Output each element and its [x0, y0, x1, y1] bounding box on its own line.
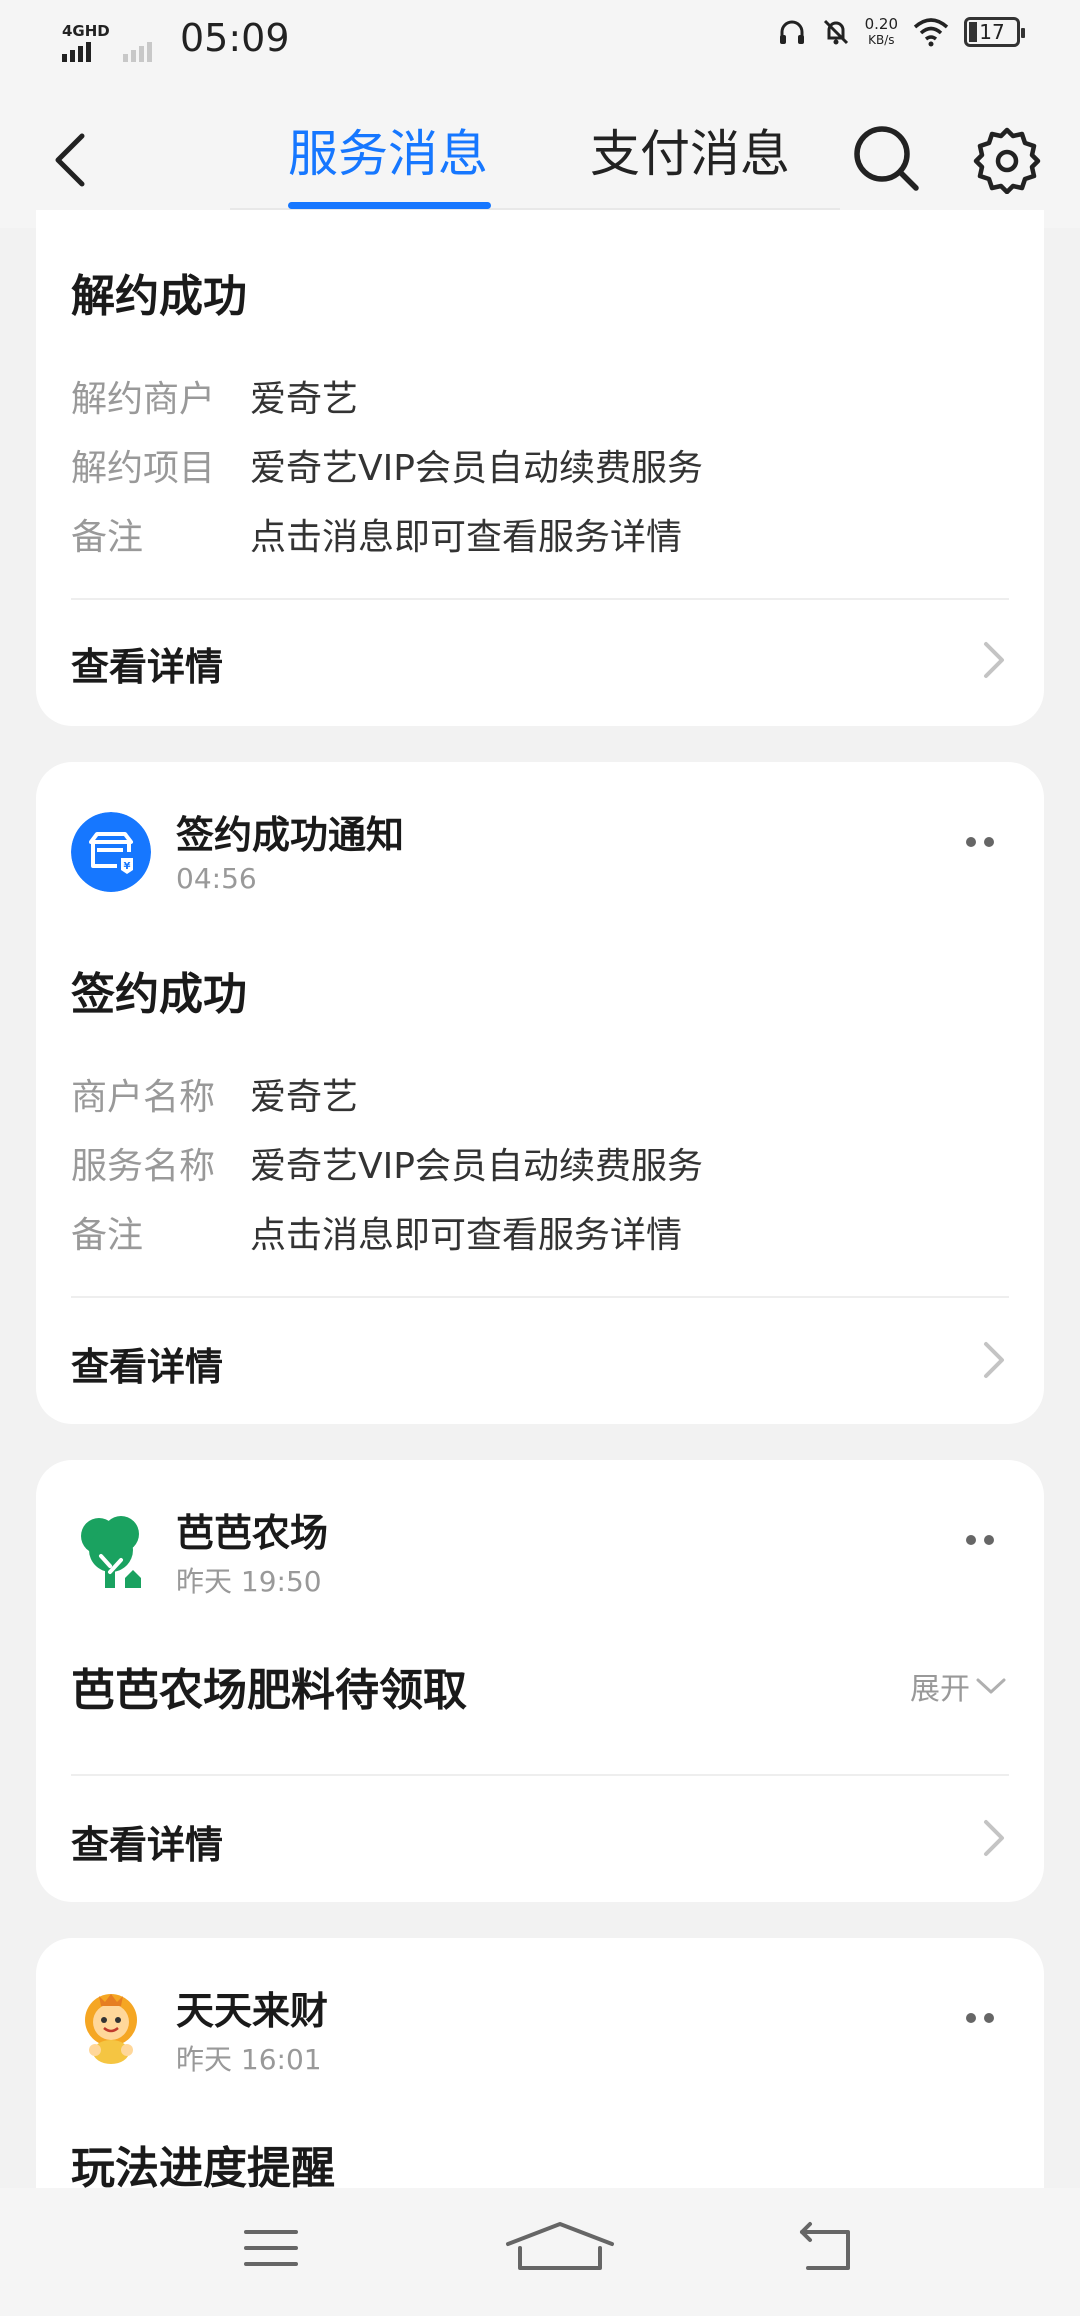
message-time: 昨天 16:01	[176, 2043, 322, 2076]
more-options-button[interactable]	[960, 2008, 1000, 2028]
field-value-merchant: 爱奇艺	[250, 1077, 359, 1118]
field-value-note: 点击消息即可查看服务详情	[250, 1215, 683, 1256]
signal-icon	[62, 38, 91, 62]
card-title: 芭芭农场肥料待领取	[71, 1665, 467, 1716]
search-icon[interactable]	[850, 122, 922, 194]
status-icons: 0.20 KB/s 17	[777, 16, 1025, 48]
view-details-link[interactable]: 查看详情	[71, 636, 223, 691]
bell-off-icon	[823, 19, 848, 45]
message-card-fortune[interactable]: 天天来财 昨天 16:01 玩法进度提醒	[36, 1938, 1044, 2194]
tree-icon	[81, 1516, 141, 1588]
field-label-note: 备注	[71, 1215, 144, 1256]
chevron-down-icon	[976, 1678, 1006, 1694]
field-label-merchant: 商户名称	[71, 1077, 216, 1118]
more-options-button[interactable]	[960, 1530, 1000, 1550]
net-speed: 0.20 KB/s	[865, 16, 898, 48]
home-icon[interactable]	[500, 2218, 620, 2278]
message-card-termination[interactable]: 解约成功 解约商户 爱奇艺 解约项目 爱奇艺VIP会员自动续费服务 备注 点击消…	[36, 210, 1044, 726]
message-card-farm[interactable]: 芭芭农场 昨天 19:50 芭芭农场肥料待领取 展开 查看详情	[36, 1460, 1044, 1902]
header: 服务消息 支付消息	[0, 84, 1080, 228]
view-details-link[interactable]: 查看详情	[71, 1336, 223, 1391]
expand-label: 展开	[910, 1672, 970, 1707]
store-icon: ¥	[71, 812, 151, 892]
message-time: 04:56	[176, 862, 257, 895]
field-label-service: 服务名称	[71, 1146, 216, 1187]
message-card-signing[interactable]: ¥ 签约成功通知 04:56 签约成功 商户名称 爱奇艺 服务名称 爱奇艺VIP…	[36, 762, 1044, 1424]
app-name: 签约成功通知	[176, 813, 405, 857]
chevron-right-icon[interactable]	[978, 638, 1008, 682]
expand-button[interactable]: 展开	[910, 1664, 1008, 1708]
system-navigation-bar	[0, 2188, 1080, 2316]
battery-indicator: 17	[964, 17, 1025, 47]
signal-area: 4GHD	[62, 18, 152, 62]
status-bar: 4GHD 05:09 0.20 KB/s 17	[0, 0, 1080, 84]
card-title: 解约成功	[71, 271, 247, 322]
message-time: 昨天 19:50	[176, 1565, 322, 1598]
field-value-merchant: 爱奇艺	[250, 379, 359, 420]
card-title: 玩法进度提醒	[71, 2143, 335, 2194]
battery-level: 17	[979, 20, 1005, 44]
field-label-item: 解约项目	[71, 448, 216, 489]
clock: 05:09	[180, 16, 290, 60]
net-speed-unit: KB/s	[868, 33, 895, 47]
card-divider	[71, 598, 1009, 600]
signal-icon-secondary	[123, 38, 152, 62]
card-divider	[71, 1774, 1009, 1776]
card-title: 签约成功	[71, 969, 247, 1020]
back-nav-icon[interactable]	[790, 2218, 860, 2278]
field-value-service: 爱奇艺VIP会员自动续费服务	[250, 1146, 703, 1187]
gear-icon[interactable]	[972, 124, 1042, 194]
field-value-note: 点击消息即可查看服务详情	[250, 517, 683, 558]
headphones-icon	[779, 20, 804, 44]
more-options-button[interactable]	[960, 832, 1000, 852]
back-icon[interactable]	[40, 120, 110, 200]
view-details-link[interactable]: 查看详情	[71, 1814, 223, 1869]
field-value-item: 爱奇艺VIP会员自动续费服务	[250, 448, 703, 489]
menu-icon[interactable]	[236, 2218, 306, 2278]
field-label-note: 备注	[71, 517, 144, 558]
mascot-icon	[85, 1994, 137, 2064]
active-tab-indicator	[288, 202, 491, 209]
net-speed-value: 0.20	[864, 15, 898, 33]
network-type: 4GHD	[62, 22, 110, 40]
app-name: 芭芭农场	[176, 1511, 329, 1555]
app-name: 天天来财	[176, 1989, 329, 2033]
wifi-icon	[913, 18, 949, 47]
chevron-right-icon[interactable]	[978, 1338, 1008, 1382]
tab-payment-messages[interactable]: 支付消息	[590, 114, 790, 186]
tab-service-messages[interactable]: 服务消息	[288, 114, 488, 186]
svg-text:¥: ¥	[124, 861, 131, 872]
field-label-merchant: 解约商户	[71, 379, 216, 420]
card-divider	[71, 1296, 1009, 1298]
chevron-right-icon[interactable]	[978, 1816, 1008, 1860]
